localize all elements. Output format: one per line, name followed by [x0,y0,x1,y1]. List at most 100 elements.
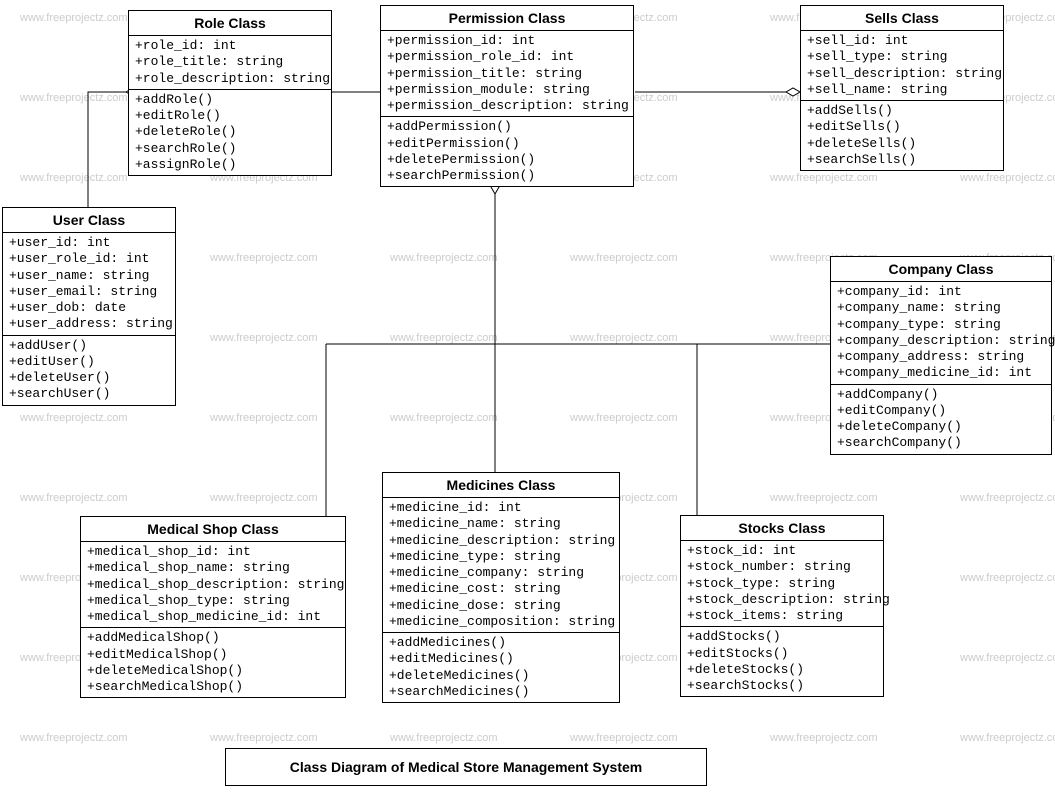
class-member: +stock_id: int [687,543,877,559]
class-member: +addRole() [135,92,325,108]
class-member: +sell_name: string [807,82,997,98]
class-methods-role: +addRole()+editRole()+deleteRole()+searc… [129,90,331,175]
class-box-user: User Class +user_id: int+user_role_id: i… [2,207,176,406]
class-member: +medicine_company: string [389,565,613,581]
class-member: +searchSells() [807,152,997,168]
class-member: +medical_shop_description: string [87,577,339,593]
class-member: +medicine_type: string [389,549,613,565]
class-attrs-role: +role_id: int+role_title: string+role_de… [129,36,331,90]
class-member: +medical_shop_id: int [87,544,339,560]
class-member: +deleteUser() [9,370,169,386]
class-member: +addCompany() [837,387,1045,403]
class-title-company: Company Class [831,257,1051,282]
class-attrs-sells: +sell_id: int+sell_type: string+sell_des… [801,31,1003,101]
class-member: +user_address: string [9,316,169,332]
class-member: +medical_shop_type: string [87,593,339,609]
class-attrs-user: +user_id: int+user_role_id: int+user_nam… [3,233,175,336]
class-methods-company: +addCompany()+editCompany()+deleteCompan… [831,385,1051,454]
class-member: +searchRole() [135,141,325,157]
class-methods-stocks: +addStocks()+editStocks()+deleteStocks()… [681,627,883,696]
class-member: +searchMedicalShop() [87,679,339,695]
class-attrs-company: +company_id: int+company_name: string+co… [831,282,1051,385]
class-member: +stock_type: string [687,576,877,592]
class-attrs-permission: +permission_id: int+permission_role_id: … [381,31,633,117]
class-member: +company_id: int [837,284,1045,300]
class-member: +editCompany() [837,403,1045,419]
class-member: +permission_module: string [387,82,627,98]
class-member: +user_name: string [9,268,169,284]
class-member: +editRole() [135,108,325,124]
class-member: +editUser() [9,354,169,370]
class-attrs-medicalshop: +medical_shop_id: int+medical_shop_name:… [81,542,345,628]
class-member: +addMedicines() [389,635,613,651]
class-member: +editStocks() [687,646,877,662]
class-member: +editMedicines() [389,651,613,667]
class-member: +company_name: string [837,300,1045,316]
class-member: +company_medicine_id: int [837,365,1045,381]
class-member: +user_id: int [9,235,169,251]
diagram-title: Class Diagram of Medical Store Managemen… [225,748,707,786]
class-member: +user_role_id: int [9,251,169,267]
class-member: +user_email: string [9,284,169,300]
class-title-medicalshop: Medical Shop Class [81,517,345,542]
class-member: +addUser() [9,338,169,354]
class-title-user: User Class [3,208,175,233]
class-member: +searchUser() [9,386,169,402]
class-member: +role_description: string [135,71,325,87]
class-member: +medical_shop_medicine_id: int [87,609,339,625]
class-member: +addPermission() [387,119,627,135]
class-member: +permission_id: int [387,33,627,49]
class-box-stocks: Stocks Class +stock_id: int+stock_number… [680,515,884,697]
class-member: +editPermission() [387,136,627,152]
class-member: +assignRole() [135,157,325,173]
class-member: +medicine_composition: string [389,614,613,630]
class-title-role: Role Class [129,11,331,36]
class-methods-medicalshop: +addMedicalShop()+editMedicalShop()+dele… [81,628,345,697]
class-member: +addSells() [807,103,997,119]
class-box-role: Role Class +role_id: int+role_title: str… [128,10,332,176]
class-member: +deleteCompany() [837,419,1045,435]
class-methods-permission: +addPermission()+editPermission()+delete… [381,117,633,186]
class-member: +medicine_name: string [389,516,613,532]
class-title-permission: Permission Class [381,6,633,31]
class-methods-sells: +addSells()+editSells()+deleteSells()+se… [801,101,1003,170]
class-member: +medicine_cost: string [389,581,613,597]
class-member: +role_title: string [135,54,325,70]
class-member: +editSells() [807,119,997,135]
class-title-medicines: Medicines Class [383,473,619,498]
class-box-sells: Sells Class +sell_id: int+sell_type: str… [800,5,1004,171]
class-member: +sell_id: int [807,33,997,49]
class-member: +deleteStocks() [687,662,877,678]
class-title-sells: Sells Class [801,6,1003,31]
class-member: +sell_description: string [807,66,997,82]
class-member: +user_dob: date [9,300,169,316]
class-member: +permission_title: string [387,66,627,82]
class-member: +medicine_id: int [389,500,613,516]
class-member: +medicine_dose: string [389,598,613,614]
class-member: +stock_items: string [687,608,877,624]
class-member: +addMedicalShop() [87,630,339,646]
class-box-medicalshop: Medical Shop Class +medical_shop_id: int… [80,516,346,698]
class-member: +stock_number: string [687,559,877,575]
class-member: +deletePermission() [387,152,627,168]
class-member: +searchPermission() [387,168,627,184]
class-box-medicines: Medicines Class +medicine_id: int+medici… [382,472,620,703]
class-member: +deleteSells() [807,136,997,152]
class-member: +addStocks() [687,629,877,645]
class-member: +medicine_description: string [389,533,613,549]
class-member: +stock_description: string [687,592,877,608]
class-member: +company_address: string [837,349,1045,365]
class-member: +company_description: string [837,333,1045,349]
class-member: +deleteMedicines() [389,668,613,684]
class-member: +searchStocks() [687,678,877,694]
class-member: +permission_role_id: int [387,49,627,65]
class-title-stocks: Stocks Class [681,516,883,541]
class-member: +company_type: string [837,317,1045,333]
class-attrs-stocks: +stock_id: int+stock_number: string+stoc… [681,541,883,627]
class-box-permission: Permission Class +permission_id: int+per… [380,5,634,187]
class-member: +sell_type: string [807,49,997,65]
class-member: +permission_description: string [387,98,627,114]
class-member: +deleteMedicalShop() [87,663,339,679]
class-methods-user: +addUser()+editUser()+deleteUser()+searc… [3,336,175,405]
class-methods-medicines: +addMedicines()+editMedicines()+deleteMe… [383,633,619,702]
